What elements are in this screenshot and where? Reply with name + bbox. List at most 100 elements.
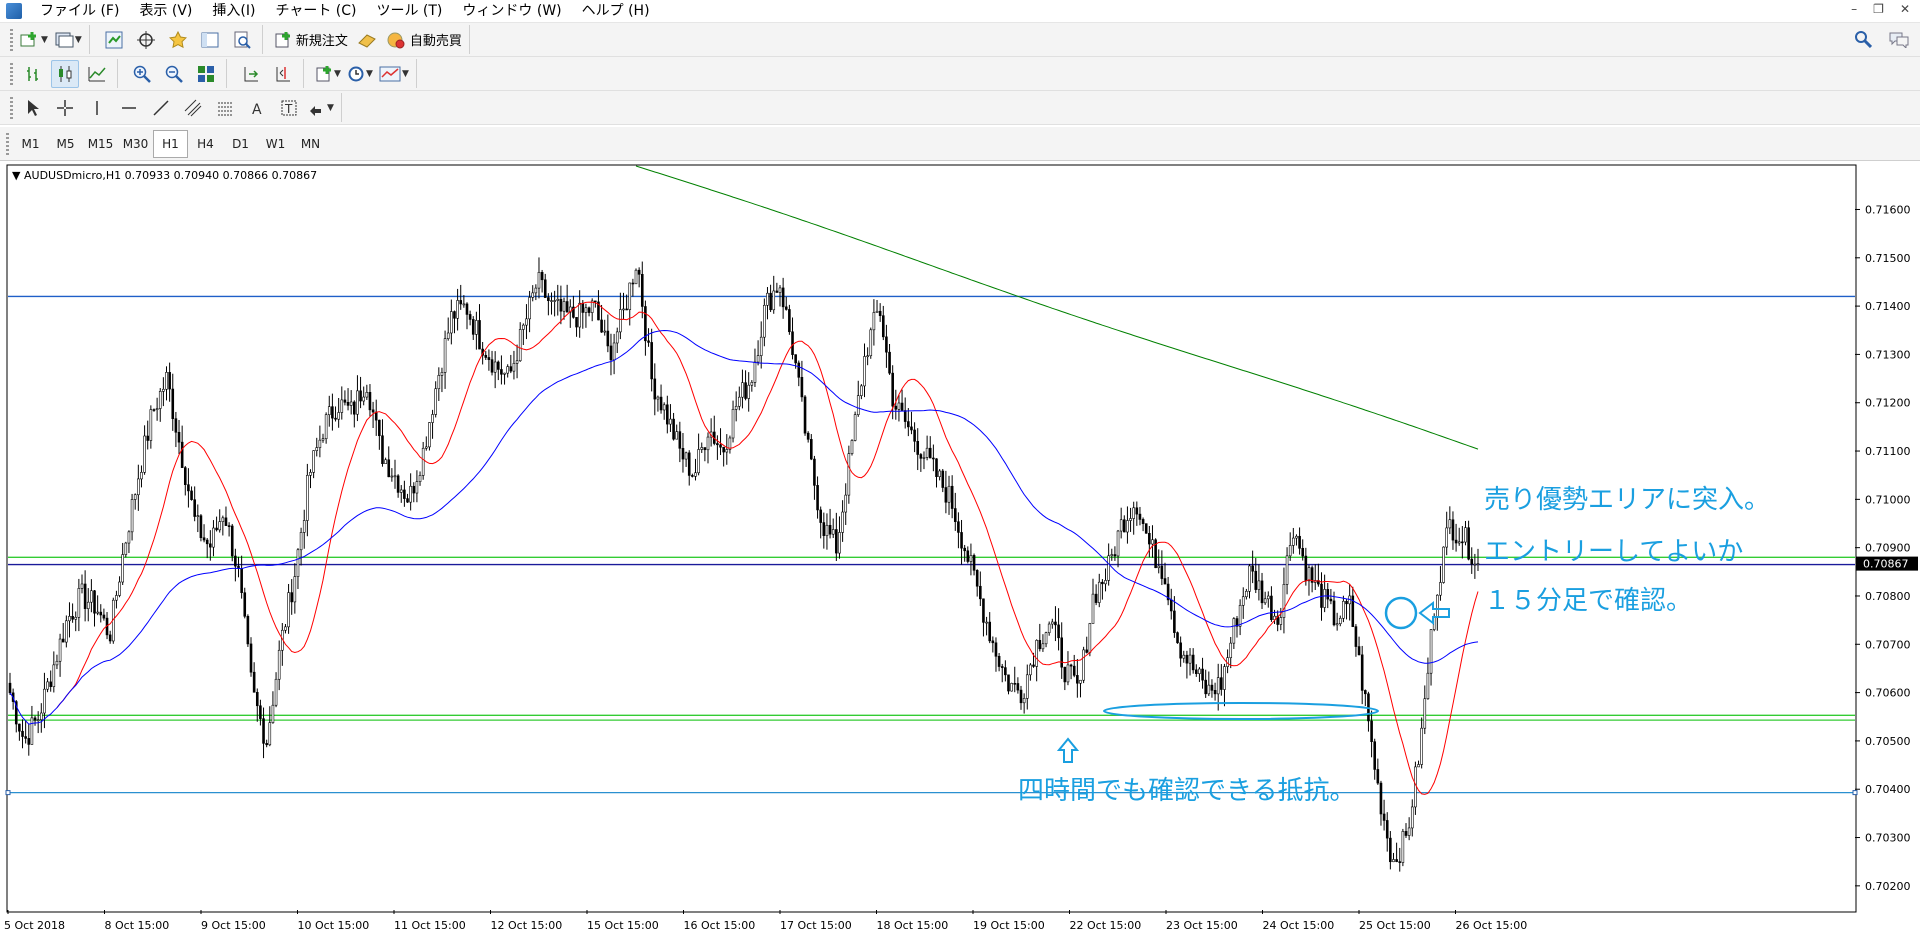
new-order-button[interactable]: 新規注文 — [273, 26, 349, 54]
time-tick-label: 22 Oct 15:00 — [1070, 919, 1142, 932]
profiles-button[interactable]: ▼ — [53, 26, 83, 54]
chat-icon[interactable] — [1888, 30, 1910, 48]
menu-window[interactable]: ウィンドウ (W) — [452, 0, 571, 22]
candle-body — [1223, 666, 1226, 690]
toolbar-group-files: ▼ ▼ — [6, 25, 90, 54]
price-axis: 0.71600 0.71500 0.71400 0.71300 0.71200 0.711… — [1855, 203, 1918, 893]
menu-view[interactable]: 表示 (V) — [129, 0, 202, 22]
candle-body — [734, 405, 738, 410]
candle-body — [919, 454, 923, 459]
strategy-tester-button[interactable] — [228, 26, 256, 54]
metaeditor-button[interactable] — [353, 26, 381, 54]
candle-body — [1470, 558, 1474, 565]
candle-body — [180, 441, 184, 468]
periodicity-toolbar: M1 M5 M15 M30 H1 H4 D1 W1 MN — [0, 127, 1920, 161]
fibonacci-button[interactable] — [211, 94, 239, 122]
candle-body — [284, 626, 287, 631]
cursor-button[interactable] — [19, 94, 47, 122]
candle-body — [997, 655, 1001, 667]
arrows-button[interactable]: ▼ — [307, 94, 335, 122]
toolbar-grip[interactable] — [10, 28, 13, 51]
toolbar-grip[interactable] — [10, 96, 13, 119]
text-label-button[interactable]: T — [275, 94, 303, 122]
auto-scroll-button[interactable] — [237, 60, 265, 88]
horizontal-line-button[interactable] — [115, 94, 143, 122]
vertical-line-button[interactable] — [83, 94, 111, 122]
candle-body — [578, 302, 581, 328]
chart-window[interactable]: 0.71600 0.71500 0.71400 0.71300 0.71200 0.711… — [0, 161, 1920, 937]
period-m30[interactable]: M30 — [118, 130, 153, 158]
toolbar-group-scroll — [231, 59, 304, 88]
candle-body — [252, 671, 256, 693]
line-chart-button[interactable] — [83, 60, 111, 88]
candle-body — [1448, 519, 1452, 529]
candle-body — [1404, 831, 1408, 836]
menu-charts[interactable]: チャート (C) — [265, 0, 366, 22]
period-h1[interactable]: H1 — [153, 129, 188, 158]
candle-body — [1398, 861, 1402, 863]
period-d1[interactable]: D1 — [223, 130, 258, 158]
candle-body — [991, 640, 995, 644]
candle-body — [321, 438, 325, 441]
candle-body — [456, 300, 459, 319]
new-chart-button[interactable]: ▼ — [19, 26, 49, 54]
chart-collapse-icon[interactable]: ▼ — [12, 169, 21, 182]
candle-body — [224, 517, 228, 526]
period-h4[interactable]: H4 — [188, 130, 223, 158]
zoom-in-button[interactable] — [128, 60, 156, 88]
menu-insert[interactable]: 挿入(I) — [202, 0, 265, 22]
bar-chart-button[interactable] — [19, 60, 47, 88]
chart-shift-button[interactable] — [269, 60, 297, 88]
candle-body — [202, 537, 206, 541]
minimize-icon[interactable]: – — [1851, 2, 1857, 16]
candle-body — [753, 361, 757, 383]
menu-tools[interactable]: ツール (T) — [366, 0, 452, 22]
time-tick-label: 16 Oct 15:00 — [684, 919, 756, 932]
toolbar-grip[interactable] — [6, 132, 9, 155]
templates-button[interactable]: ▼ — [378, 60, 410, 88]
crosshair-button[interactable] — [51, 94, 79, 122]
candle-body — [1126, 520, 1129, 533]
data-window-button[interactable] — [132, 26, 160, 54]
equidistant-channel-button[interactable] — [179, 94, 207, 122]
candle-body — [982, 598, 985, 623]
candle-body — [1385, 820, 1389, 839]
candle-body — [209, 543, 212, 548]
candle-body — [1238, 604, 1242, 627]
zoom-out-button[interactable] — [160, 60, 188, 88]
periods-button[interactable]: ▼ — [346, 60, 374, 88]
period-mn[interactable]: MN — [293, 130, 328, 158]
close-icon[interactable]: ✕ — [1900, 2, 1910, 16]
candle-body — [46, 681, 49, 690]
menu-help[interactable]: ヘルプ (H) — [572, 0, 660, 22]
candle-body — [490, 359, 494, 373]
zoom-in-icon — [133, 65, 151, 83]
candle-body — [468, 314, 472, 320]
candle-body — [928, 447, 932, 459]
candle-body — [287, 592, 290, 628]
candle-body — [856, 395, 860, 415]
text-button[interactable]: A — [243, 94, 271, 122]
candle-body — [1041, 643, 1045, 650]
toolbar-grip[interactable] — [10, 62, 13, 85]
terminal-button[interactable] — [196, 26, 224, 54]
indicators-button[interactable]: ▼ — [314, 60, 342, 88]
navigator-button[interactable] — [164, 26, 192, 54]
candle-body — [1198, 668, 1201, 674]
auto-trading-button[interactable]: 自動売買 — [385, 26, 463, 54]
restore-icon[interactable]: ❐ — [1873, 2, 1884, 16]
period-w1[interactable]: W1 — [258, 130, 293, 158]
search-icon[interactable] — [1854, 30, 1872, 48]
magnifier-doc-icon — [234, 31, 251, 49]
market-watch-button[interactable] — [100, 26, 128, 54]
period-m1[interactable]: M1 — [13, 130, 48, 158]
period-m15[interactable]: M15 — [83, 130, 118, 158]
period-m5[interactable]: M5 — [48, 130, 83, 158]
candlestick-button[interactable] — [51, 59, 79, 88]
tile-windows-button[interactable] — [192, 60, 220, 88]
menu-file[interactable]: ファイル (F) — [30, 0, 129, 22]
candle-body — [18, 723, 21, 732]
time-tick-label: 25 Oct 15:00 — [1359, 919, 1431, 932]
candle-body — [1429, 629, 1433, 674]
trendline-button[interactable] — [147, 94, 175, 122]
